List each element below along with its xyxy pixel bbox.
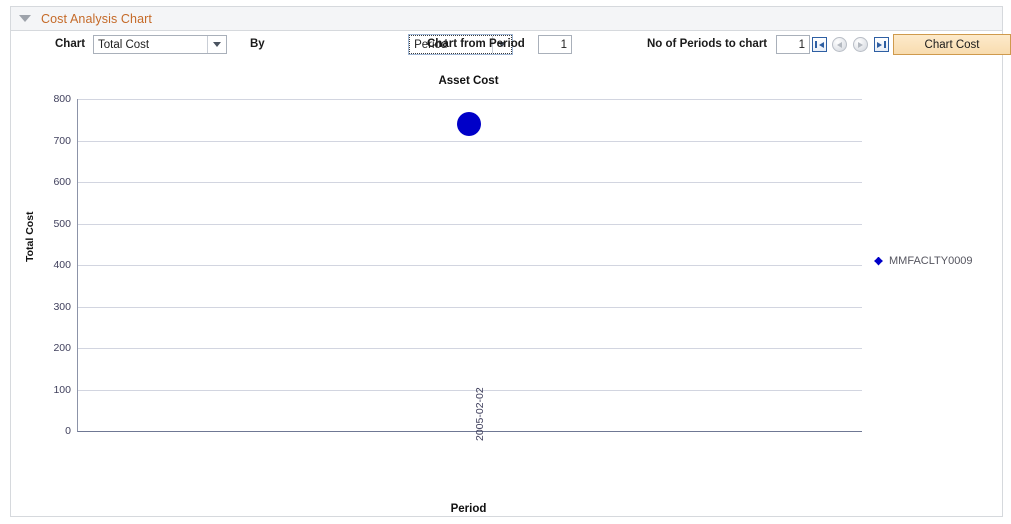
chart-gridline <box>78 140 862 142</box>
legend-marker-icon <box>874 256 883 266</box>
chart-type-select-value: Total Cost <box>98 38 150 51</box>
last-page-button[interactable] <box>874 37 889 52</box>
by-select-label: By <box>250 38 265 50</box>
next-page-icon <box>855 39 866 50</box>
chart-y-tick-label: 500 <box>53 217 71 230</box>
page-title: Cost Analysis Chart <box>41 11 152 26</box>
legend-label: MMFACLTY0009 <box>889 255 973 267</box>
chart-x-tick-label: 2005-02-02 <box>474 387 486 441</box>
chart-x-axis-label: Period <box>450 503 487 515</box>
chart-y-tick-label: 300 <box>53 300 71 313</box>
chart-gridline <box>78 265 862 266</box>
chart-gridline <box>78 223 862 225</box>
chart-gridline <box>78 306 862 308</box>
next-page-button[interactable] <box>853 37 868 52</box>
chart-gridline <box>78 182 862 183</box>
section-header: Cost Analysis Chart <box>10 6 1003 31</box>
chart-y-tick-label: 400 <box>53 259 71 271</box>
chart-y-tick-label: 600 <box>53 176 71 188</box>
collapse-section-toggle[interactable] <box>15 7 35 30</box>
last-page-icon <box>876 39 887 50</box>
asset-cost-chart: Asset Cost Total Cost 0 100 200 300 400 500 60… <box>0 62 1011 524</box>
first-page-button[interactable] <box>812 37 827 52</box>
chart-plot-area <box>77 99 862 432</box>
chart-title: Asset Cost <box>438 75 499 87</box>
chart-gridline <box>78 99 862 100</box>
first-page-icon <box>814 39 825 50</box>
previous-page-icon <box>834 39 845 50</box>
chart-select-label: Chart <box>55 38 86 50</box>
chart-y-tick-label: 200 <box>53 342 71 354</box>
chart-y-tick-label: 800 <box>53 93 71 105</box>
chart-from-period-input[interactable]: 1 <box>538 35 572 54</box>
chart-y-tick-label: 0 <box>65 425 71 437</box>
chart-gridline <box>78 348 862 349</box>
chart-toolbar: Chart Total Cost By Period Chart from Pe… <box>10 32 1011 62</box>
triangle-down-icon <box>19 15 31 22</box>
chart-from-period-label: Chart from Period <box>427 38 525 50</box>
chart-gridline <box>78 389 862 391</box>
chart-data-point[interactable] <box>457 111 481 136</box>
previous-page-button[interactable] <box>832 37 847 52</box>
chart-y-tick-label: 100 <box>53 383 71 396</box>
chart-y-tick-label: 700 <box>53 134 71 147</box>
chart-legend: MMFACLTY0009 <box>874 255 973 267</box>
chart-cost-button[interactable]: Chart Cost <box>893 34 1011 55</box>
no-of-periods-label: No of Periods to chart <box>647 38 768 50</box>
no-of-periods-input[interactable]: 1 <box>776 35 810 54</box>
chart-type-select[interactable]: Total Cost <box>93 35 227 54</box>
chevron-down-icon <box>207 36 225 53</box>
